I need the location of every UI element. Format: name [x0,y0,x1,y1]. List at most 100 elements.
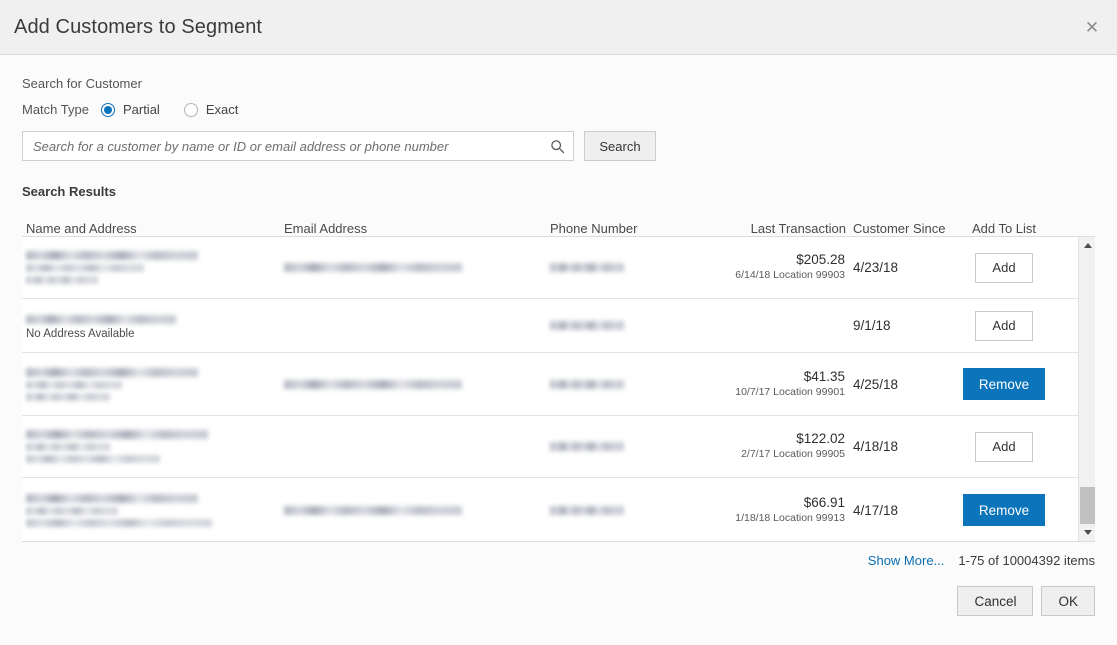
cell-customer-since: 4/17/18 [853,502,899,518]
dialog-titlebar: Add Customers to Segment ✕ [0,0,1117,55]
cell-name-address [22,480,284,541]
cancel-button[interactable]: Cancel [957,586,1034,616]
redacted-address-line [26,518,212,527]
close-icon[interactable]: ✕ [1079,14,1105,40]
cell-add-to-list: Add [949,310,1059,341]
search-row: Search [22,131,1095,161]
radio-exact-indicator[interactable] [183,102,198,117]
cell-phone-number [550,438,733,455]
column-header-email: Email Address [284,221,368,236]
radio-option-exact[interactable]: Exact [183,102,239,117]
cell-add-to-list: Remove [949,494,1059,526]
redacted-address-line [26,443,110,451]
table-row: $122.02 2/7/17 Location 99905 4/18/18 Add [22,416,1078,478]
cell-customer-since: 4/18/18 [853,439,899,454]
last-transaction-detail: 1/18/18 Location 99913 [735,511,845,524]
cell-name-address: No Address Available [22,301,284,350]
chevron-down-icon[interactable] [1079,524,1095,541]
column-header-phone: Phone Number [550,221,638,236]
cell-name-address [22,237,284,298]
redacted-name [26,367,198,377]
item-count-label: 1-75 of 10004392 items [958,553,1095,568]
redacted-address-line [26,276,98,284]
cell-customer-since: 4/25/18 [853,376,899,392]
redacted-address-line [26,392,110,401]
add-customers-dialog: Add Customers to Segment ✕ Search for Cu… [0,0,1117,645]
cell-email-address [284,376,550,393]
redacted-phone [550,263,624,272]
search-button[interactable]: Search [584,131,656,161]
show-more-link[interactable]: Show More... [868,553,945,568]
table-row: $205.28 6/14/18 Location 99903 4/23/18 Add [22,237,1078,299]
redacted-name [26,493,198,503]
ok-button[interactable]: OK [1041,586,1095,616]
results-scrollbar[interactable] [1078,237,1095,541]
add-button[interactable]: Add [975,252,1033,283]
cell-phone-number [550,502,733,519]
last-transaction-amount: $41.35 [803,368,845,384]
results-footer: Show More... 1-75 of 10004392 items [22,542,1095,568]
remove-button[interactable]: Remove [963,368,1045,400]
redacted-address-line [26,455,160,463]
cell-customer-since: 9/1/18 [853,318,891,333]
last-transaction-detail: 10/7/17 Location 99901 [735,385,845,398]
table-row: $66.91 1/18/18 Location 99913 4/17/18 Remov… [22,478,1078,541]
cell-add-to-list: Remove [949,368,1059,400]
last-transaction-amount: $66.91 [803,494,845,510]
redacted-phone [550,505,624,515]
match-type-group: Match Type Partial Exact [22,102,1095,117]
cell-phone-number [550,376,733,393]
cell-name-address [22,416,284,477]
radio-partial-indicator[interactable] [100,102,115,117]
add-button[interactable]: Add [975,310,1033,341]
cell-last-transaction: $66.91 1/18/18 Location 99913 [733,495,846,526]
match-type-label: Match Type [22,102,89,117]
column-header-name: Name and Address [26,221,137,236]
scrollbar-thumb[interactable] [1080,487,1095,524]
cell-phone-number [550,259,733,276]
no-address-label: No Address Available [26,328,135,340]
search-input[interactable] [33,138,549,154]
last-transaction-amount: $122.02 [796,431,845,447]
search-input-wrapper[interactable] [22,131,574,161]
redacted-phone [550,321,624,330]
cell-email-address [284,502,550,519]
radio-option-partial[interactable]: Partial [100,102,160,117]
search-results-heading: Search Results [22,184,116,199]
dialog-actions: Cancel OK [22,586,1095,616]
results-table-header: Name and Address Email Address Phone Num… [22,199,1095,237]
redacted-address-line [26,380,122,389]
last-transaction-detail: 2/7/17 Location 99905 [741,448,845,461]
cell-last-transaction: $122.02 2/7/17 Location 99905 [733,431,846,462]
remove-button[interactable]: Remove [963,494,1045,526]
last-transaction-amount: $205.28 [796,252,845,268]
cell-phone-number [550,317,733,334]
dialog-body: Search for Customer Match Type Partial E… [0,55,1117,645]
search-section-label: Search for Customer [22,76,142,91]
column-header-add-to-list: Add To List [971,221,1037,236]
cell-add-to-list: Add [949,431,1059,462]
redacted-email [284,379,462,389]
cell-last-transaction: $41.35 10/7/17 Location 99901 [733,369,846,400]
redacted-phone [550,379,624,389]
table-row: $41.35 10/7/17 Location 99901 4/25/18 Remov… [22,353,1078,416]
cell-name-address [22,354,284,415]
redacted-email [284,263,462,272]
cell-add-to-list: Add [949,252,1059,283]
redacted-name [26,430,208,439]
column-header-last-transaction: Last Transaction [750,221,846,236]
cell-customer-since: 4/23/18 [853,260,899,275]
redacted-phone [550,442,624,451]
cell-email-address [284,259,550,276]
chevron-up-icon[interactable] [1079,237,1095,254]
redacted-name [26,251,198,260]
dialog-title: Add Customers to Segment [14,15,263,38]
last-transaction-detail: 6/14/18 Location 99903 [735,269,845,282]
search-icon[interactable] [549,138,565,154]
redacted-name [26,315,176,324]
add-button[interactable]: Add [975,431,1033,462]
results-rows: $205.28 6/14/18 Location 99903 4/23/18 Add N… [22,237,1078,541]
redacted-email [284,505,462,515]
radio-exact-label: Exact [205,102,239,117]
column-header-customer-since: Customer Since [853,221,946,236]
